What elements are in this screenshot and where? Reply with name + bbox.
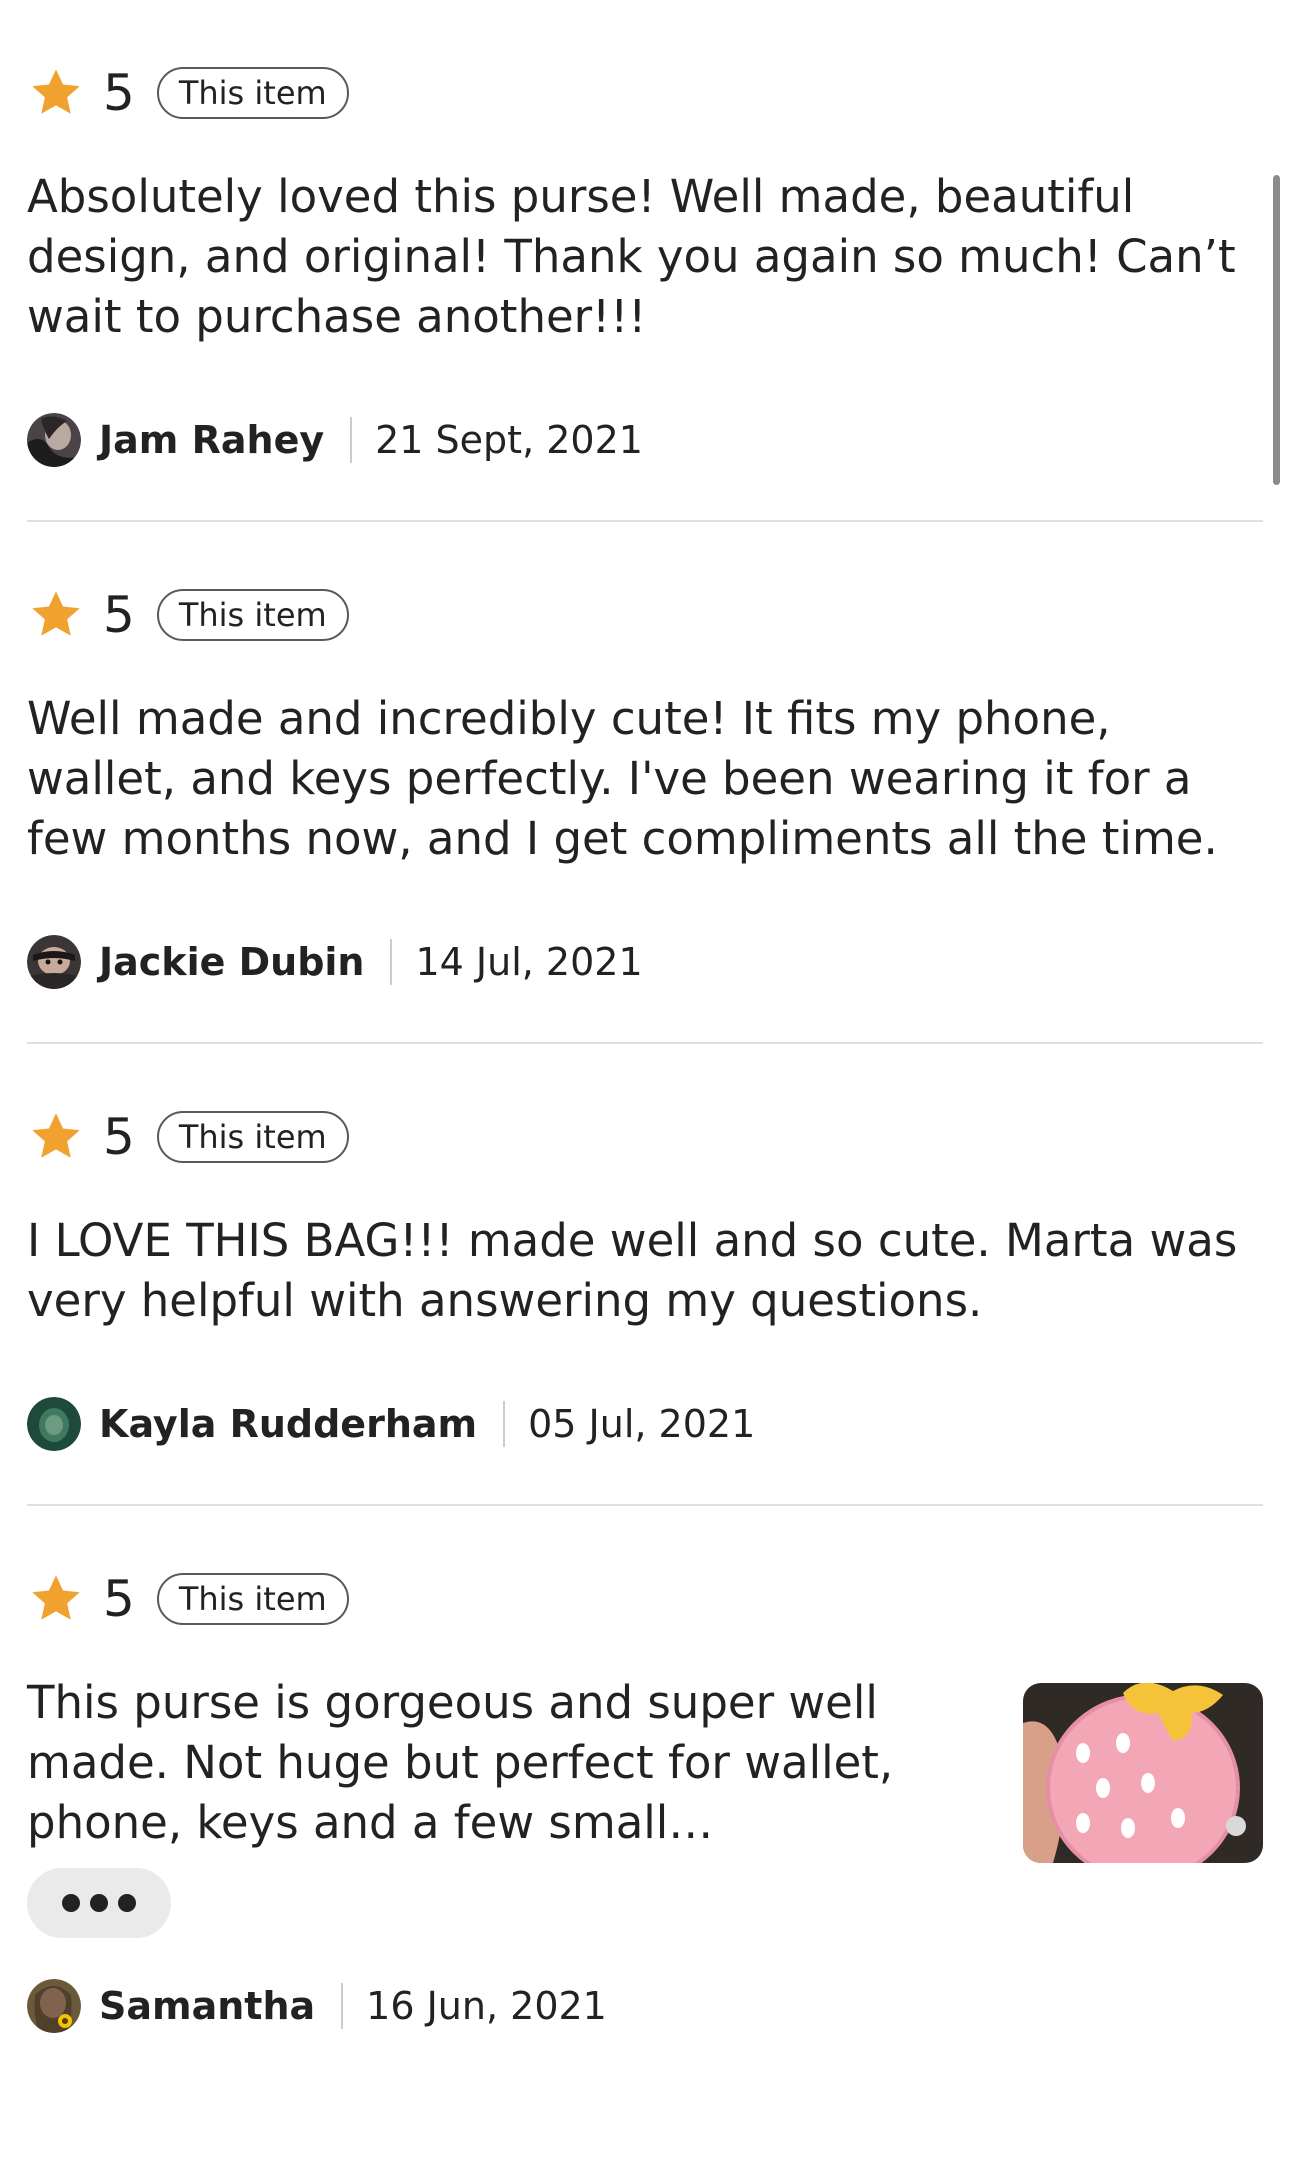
ellipsis-icon — [90, 1894, 108, 1912]
author-name[interactable]: Jam Rahey — [99, 418, 324, 462]
review-date: 16 Jun, 2021 — [366, 1984, 607, 2028]
reviews-list: 5 This item Absolutely loved this purse!… — [27, 0, 1263, 2086]
review-text: I LOVE THIS BAG!!! made well and so cute… — [27, 1214, 1238, 1327]
ellipsis-icon — [118, 1894, 136, 1912]
author-name[interactable]: Jackie Dubin — [99, 940, 364, 984]
author-row: Samantha 16 Jun, 2021 — [27, 1976, 1263, 2036]
star-icon — [32, 1575, 80, 1620]
author-row: Jam Rahey 21 Sept, 2021 — [27, 410, 1263, 470]
star-icon — [32, 591, 80, 636]
avatar[interactable] — [27, 1979, 81, 2033]
avatar[interactable] — [27, 413, 81, 467]
more-button[interactable] — [27, 1868, 171, 1938]
review-text: Absolutely loved this purse! Well made, … — [27, 170, 1236, 343]
rating-row: 5 This item — [27, 1566, 1263, 1632]
scrollbar[interactable] — [1273, 175, 1280, 485]
divider — [390, 939, 393, 985]
review-date: 05 Jul, 2021 — [528, 1402, 756, 1446]
review-text: Well made and incredibly cute! It fits m… — [27, 692, 1218, 865]
this-item-badge: This item — [156, 1111, 349, 1163]
author-name[interactable]: Samantha — [99, 1984, 315, 2028]
ellipsis-icon — [62, 1894, 80, 1912]
star-icon — [32, 69, 80, 114]
review-body: This purse is gorgeous and super well ma… — [27, 1673, 1263, 1938]
review-date: 21 Sept, 2021 — [375, 418, 643, 462]
rating-value: 5 — [103, 1570, 135, 1628]
rating-value: 5 — [103, 64, 135, 122]
review-text: This purse is gorgeous and super well ma… — [27, 1676, 894, 1849]
review-item: 5 This item This purse is gorgeous and s… — [27, 1566, 1263, 2036]
this-item-badge: This item — [156, 589, 349, 641]
review-item: 5 This item Absolutely loved this purse!… — [27, 60, 1263, 522]
rating-row: 5 This item — [27, 60, 1263, 126]
divider — [341, 1983, 344, 2029]
rating-value: 5 — [103, 1108, 135, 1166]
review-item: 5 This item I LOVE THIS BAG!!! made well… — [27, 1104, 1263, 1506]
avatar[interactable] — [27, 1397, 81, 1451]
rating-row: 5 This item — [27, 1104, 1263, 1170]
rating-row: 5 This item — [27, 582, 1263, 648]
author-name[interactable]: Kayla Rudderham — [99, 1402, 477, 1446]
star-icon — [32, 1113, 80, 1158]
review-item: 5 This item Well made and incredibly cut… — [27, 582, 1263, 1044]
review-photo[interactable] — [1023, 1683, 1263, 1863]
rating-value: 5 — [103, 586, 135, 644]
author-row: Kayla Rudderham 05 Jul, 2021 — [27, 1394, 1263, 1454]
this-item-badge: This item — [156, 67, 349, 119]
author-row: Jackie Dubin 14 Jul, 2021 — [27, 932, 1263, 992]
review-date: 14 Jul, 2021 — [415, 940, 643, 984]
divider — [503, 1401, 506, 1447]
divider — [350, 417, 353, 463]
review-text-column: This purse is gorgeous and super well ma… — [27, 1673, 927, 1938]
this-item-badge: This item — [156, 1573, 349, 1625]
avatar[interactable] — [27, 935, 81, 989]
